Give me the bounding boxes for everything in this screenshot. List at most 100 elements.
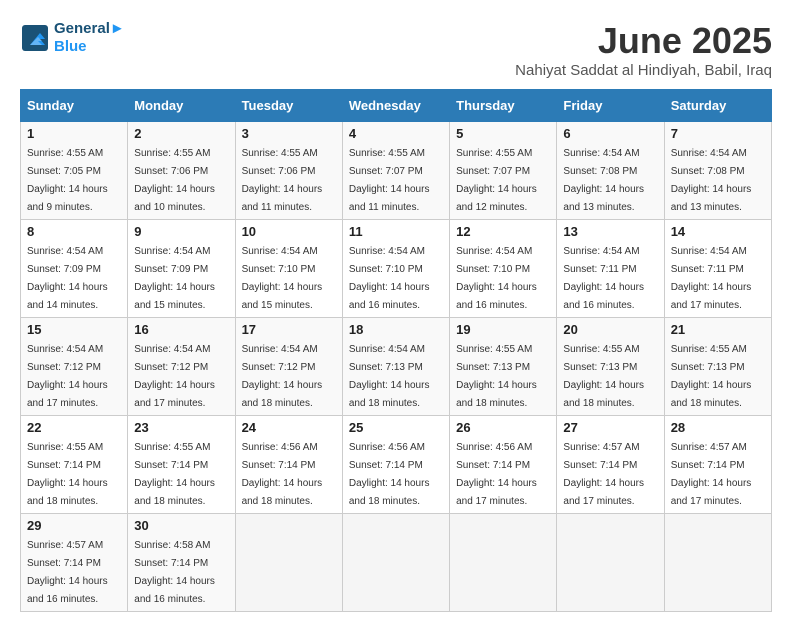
day-number: 21: [671, 322, 765, 337]
day-info: Sunrise: 4:54 AMSunset: 7:10 PMDaylight:…: [242, 246, 323, 311]
calendar-cell: 24 Sunrise: 4:56 AMSunset: 7:14 PMDaylig…: [235, 416, 342, 514]
calendar-cell: 18 Sunrise: 4:54 AMSunset: 7:13 PMDaylig…: [342, 318, 449, 416]
calendar-cell: 29 Sunrise: 4:57 AMSunset: 7:14 PMDaylig…: [21, 514, 128, 612]
day-number: 10: [242, 224, 336, 239]
day-info: Sunrise: 4:54 AMSunset: 7:12 PMDaylight:…: [134, 344, 215, 409]
day-number: 4: [349, 126, 443, 141]
calendar-header-row: SundayMondayTuesdayWednesdayThursdayFrid…: [21, 90, 772, 122]
day-info: Sunrise: 4:54 AMSunset: 7:10 PMDaylight:…: [456, 246, 537, 311]
calendar-cell: 3 Sunrise: 4:55 AMSunset: 7:06 PMDayligh…: [235, 122, 342, 220]
day-info: Sunrise: 4:57 AMSunset: 7:14 PMDaylight:…: [671, 442, 752, 507]
day-number: 24: [242, 420, 336, 435]
calendar-cell: 4 Sunrise: 4:55 AMSunset: 7:07 PMDayligh…: [342, 122, 449, 220]
day-info: Sunrise: 4:54 AMSunset: 7:13 PMDaylight:…: [349, 344, 430, 409]
calendar-cell: 8 Sunrise: 4:54 AMSunset: 7:09 PMDayligh…: [21, 220, 128, 318]
calendar-cell: 20 Sunrise: 4:55 AMSunset: 7:13 PMDaylig…: [557, 318, 664, 416]
day-info: Sunrise: 4:55 AMSunset: 7:13 PMDaylight:…: [456, 344, 537, 409]
day-info: Sunrise: 4:54 AMSunset: 7:12 PMDaylight:…: [27, 344, 108, 409]
day-info: Sunrise: 4:54 AMSunset: 7:10 PMDaylight:…: [349, 246, 430, 311]
day-number: 12: [456, 224, 550, 239]
calendar-cell: [450, 514, 557, 612]
weekday-header-sunday: Sunday: [21, 90, 128, 122]
title-area: June 2025 Nahiyat Saddat al Hindiyah, Ba…: [515, 20, 772, 79]
page-header: General► Blue June 2025 Nahiyat Saddat a…: [20, 20, 772, 79]
day-number: 5: [456, 126, 550, 141]
logo-icon: [20, 23, 50, 53]
day-number: 22: [27, 420, 121, 435]
day-info: Sunrise: 4:54 AMSunset: 7:08 PMDaylight:…: [671, 148, 752, 213]
calendar-cell: [557, 514, 664, 612]
calendar-cell: 25 Sunrise: 4:56 AMSunset: 7:14 PMDaylig…: [342, 416, 449, 514]
calendar-cell: 22 Sunrise: 4:55 AMSunset: 7:14 PMDaylig…: [21, 416, 128, 514]
weekday-header-friday: Friday: [557, 90, 664, 122]
weekday-header-tuesday: Tuesday: [235, 90, 342, 122]
day-info: Sunrise: 4:54 AMSunset: 7:12 PMDaylight:…: [242, 344, 323, 409]
location-title: Nahiyat Saddat al Hindiyah, Babil, Iraq: [515, 62, 772, 79]
day-number: 17: [242, 322, 336, 337]
day-number: 9: [134, 224, 228, 239]
day-number: 11: [349, 224, 443, 239]
calendar-week-3: 15 Sunrise: 4:54 AMSunset: 7:12 PMDaylig…: [21, 318, 772, 416]
day-number: 3: [242, 126, 336, 141]
day-info: Sunrise: 4:54 AMSunset: 7:11 PMDaylight:…: [563, 246, 644, 311]
weekday-header-saturday: Saturday: [664, 90, 771, 122]
day-number: 16: [134, 322, 228, 337]
day-number: 15: [27, 322, 121, 337]
day-number: 26: [456, 420, 550, 435]
day-number: 27: [563, 420, 657, 435]
calendar-cell: 12 Sunrise: 4:54 AMSunset: 7:10 PMDaylig…: [450, 220, 557, 318]
calendar-cell: 7 Sunrise: 4:54 AMSunset: 7:08 PMDayligh…: [664, 122, 771, 220]
day-number: 28: [671, 420, 765, 435]
calendar-cell: 23 Sunrise: 4:55 AMSunset: 7:14 PMDaylig…: [128, 416, 235, 514]
calendar-cell: 9 Sunrise: 4:54 AMSunset: 7:09 PMDayligh…: [128, 220, 235, 318]
day-number: 18: [349, 322, 443, 337]
day-info: Sunrise: 4:55 AMSunset: 7:14 PMDaylight:…: [27, 442, 108, 507]
day-info: Sunrise: 4:56 AMSunset: 7:14 PMDaylight:…: [242, 442, 323, 507]
calendar-cell: 26 Sunrise: 4:56 AMSunset: 7:14 PMDaylig…: [450, 416, 557, 514]
day-info: Sunrise: 4:55 AMSunset: 7:07 PMDaylight:…: [349, 148, 430, 213]
calendar-body: 1 Sunrise: 4:55 AMSunset: 7:05 PMDayligh…: [21, 122, 772, 612]
calendar-week-1: 1 Sunrise: 4:55 AMSunset: 7:05 PMDayligh…: [21, 122, 772, 220]
day-info: Sunrise: 4:56 AMSunset: 7:14 PMDaylight:…: [349, 442, 430, 507]
calendar-week-5: 29 Sunrise: 4:57 AMSunset: 7:14 PMDaylig…: [21, 514, 772, 612]
day-number: 29: [27, 518, 121, 533]
day-number: 25: [349, 420, 443, 435]
calendar-cell: [664, 514, 771, 612]
calendar-cell: 5 Sunrise: 4:55 AMSunset: 7:07 PMDayligh…: [450, 122, 557, 220]
calendar-cell: 1 Sunrise: 4:55 AMSunset: 7:05 PMDayligh…: [21, 122, 128, 220]
day-number: 7: [671, 126, 765, 141]
calendar-cell: 27 Sunrise: 4:57 AMSunset: 7:14 PMDaylig…: [557, 416, 664, 514]
calendar-cell: 17 Sunrise: 4:54 AMSunset: 7:12 PMDaylig…: [235, 318, 342, 416]
calendar-cell: 11 Sunrise: 4:54 AMSunset: 7:10 PMDaylig…: [342, 220, 449, 318]
calendar-cell: 14 Sunrise: 4:54 AMSunset: 7:11 PMDaylig…: [664, 220, 771, 318]
logo-line1: General►: [54, 20, 125, 38]
weekday-header-monday: Monday: [128, 90, 235, 122]
day-info: Sunrise: 4:58 AMSunset: 7:14 PMDaylight:…: [134, 540, 215, 605]
calendar-cell: 16 Sunrise: 4:54 AMSunset: 7:12 PMDaylig…: [128, 318, 235, 416]
day-number: 1: [27, 126, 121, 141]
calendar-table: SundayMondayTuesdayWednesdayThursdayFrid…: [20, 89, 772, 612]
day-number: 6: [563, 126, 657, 141]
day-info: Sunrise: 4:54 AMSunset: 7:11 PMDaylight:…: [671, 246, 752, 311]
day-number: 30: [134, 518, 228, 533]
day-info: Sunrise: 4:56 AMSunset: 7:14 PMDaylight:…: [456, 442, 537, 507]
day-number: 13: [563, 224, 657, 239]
day-info: Sunrise: 4:55 AMSunset: 7:13 PMDaylight:…: [671, 344, 752, 409]
day-number: 19: [456, 322, 550, 337]
calendar-week-4: 22 Sunrise: 4:55 AMSunset: 7:14 PMDaylig…: [21, 416, 772, 514]
day-number: 20: [563, 322, 657, 337]
calendar-cell: 15 Sunrise: 4:54 AMSunset: 7:12 PMDaylig…: [21, 318, 128, 416]
day-info: Sunrise: 4:55 AMSunset: 7:14 PMDaylight:…: [134, 442, 215, 507]
day-info: Sunrise: 4:55 AMSunset: 7:05 PMDaylight:…: [27, 148, 108, 213]
month-title: June 2025: [515, 20, 772, 62]
calendar-cell: 21 Sunrise: 4:55 AMSunset: 7:13 PMDaylig…: [664, 318, 771, 416]
calendar-cell: [342, 514, 449, 612]
logo: General► Blue: [20, 20, 125, 56]
day-info: Sunrise: 4:55 AMSunset: 7:13 PMDaylight:…: [563, 344, 644, 409]
weekday-header-wednesday: Wednesday: [342, 90, 449, 122]
day-info: Sunrise: 4:57 AMSunset: 7:14 PMDaylight:…: [563, 442, 644, 507]
calendar-week-2: 8 Sunrise: 4:54 AMSunset: 7:09 PMDayligh…: [21, 220, 772, 318]
weekday-header-thursday: Thursday: [450, 90, 557, 122]
day-info: Sunrise: 4:57 AMSunset: 7:14 PMDaylight:…: [27, 540, 108, 605]
day-number: 14: [671, 224, 765, 239]
